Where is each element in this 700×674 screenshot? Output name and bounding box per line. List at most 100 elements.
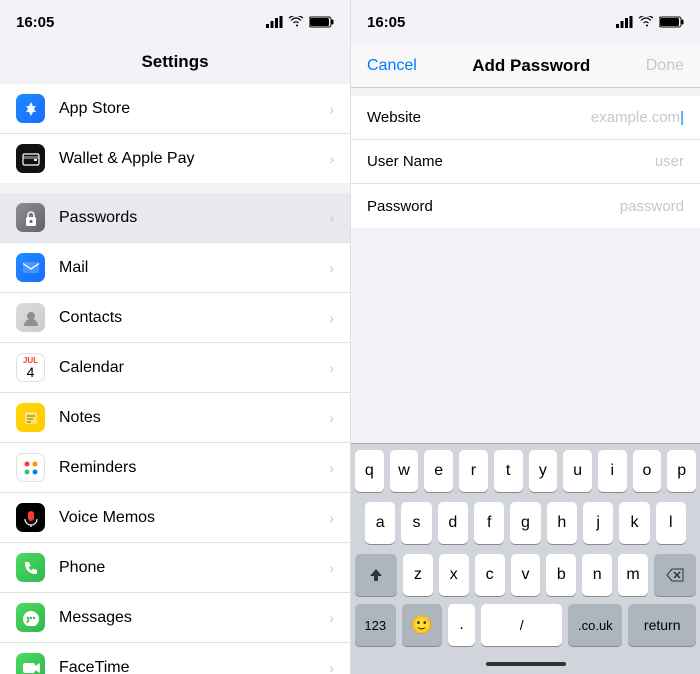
settings-row-messages[interactable]: Messages › [0, 593, 350, 643]
key-couk[interactable]: .co.uk [568, 604, 622, 646]
settings-row-passwords[interactable]: Passwords › [0, 193, 350, 243]
settings-row-contacts[interactable]: Contacts › [0, 293, 350, 343]
mail-label: Mail [59, 259, 325, 277]
calendar-icon: JUL 4 [16, 353, 45, 382]
settings-row-notes[interactable]: Notes › [0, 393, 350, 443]
passwords-icon [16, 203, 45, 232]
phone-chevron: › [329, 560, 334, 576]
website-label: Website [367, 109, 457, 126]
mail-chevron: › [329, 260, 334, 276]
key-m[interactable]: m [618, 554, 648, 596]
settings-group-2: Passwords › [0, 193, 350, 674]
home-bar [486, 662, 566, 666]
key-z[interactable]: z [403, 554, 433, 596]
key-u[interactable]: u [563, 450, 592, 492]
key-slash[interactable]: / [481, 604, 562, 646]
wifi-icon [288, 16, 304, 28]
key-i[interactable]: i [598, 450, 627, 492]
username-row[interactable]: User Name user [351, 140, 700, 184]
settings-row-reminders[interactable]: Reminders › [0, 443, 350, 493]
key-h[interactable]: h [547, 502, 577, 544]
contacts-label: Contacts [59, 309, 325, 327]
settings-row-voicememos[interactable]: Voice Memos › [0, 493, 350, 543]
voicememos-icon [16, 503, 45, 532]
key-delete[interactable] [654, 554, 696, 596]
password-label: Password [367, 198, 457, 215]
key-n[interactable]: n [582, 554, 612, 596]
settings-group-1: App Store › Wallet & Apple Pay › [0, 84, 350, 183]
settings-list[interactable]: App Store › Wallet & Apple Pay › [0, 84, 350, 674]
voicememos-label: Voice Memos [59, 509, 325, 527]
wallet-chevron: › [329, 151, 334, 167]
key-d[interactable]: d [438, 502, 468, 544]
passwords-chevron: › [329, 210, 334, 226]
calendar-label: Calendar [59, 359, 325, 377]
status-icons-left [266, 16, 334, 28]
key-q[interactable]: q [355, 450, 384, 492]
key-s[interactable]: s [401, 502, 431, 544]
settings-row-calendar[interactable]: JUL 4 Calendar › [0, 343, 350, 393]
settings-title-bar: Settings [0, 44, 350, 84]
settings-row-wallet[interactable]: Wallet & Apple Pay › [0, 134, 350, 183]
messages-icon [16, 603, 45, 632]
password-row[interactable]: Password password [351, 184, 700, 228]
key-k[interactable]: k [619, 502, 649, 544]
key-l[interactable]: l [656, 502, 686, 544]
key-v[interactable]: v [511, 554, 541, 596]
key-j[interactable]: j [583, 502, 613, 544]
key-r[interactable]: r [459, 450, 488, 492]
settings-title: Settings [141, 52, 208, 71]
password-value[interactable]: password [457, 198, 684, 215]
key-123[interactable]: 123 [355, 604, 396, 646]
status-bar-right: 16:05 [351, 0, 700, 44]
nav-title: Add Password [472, 56, 590, 76]
website-value[interactable]: example.com| [457, 109, 684, 126]
key-g[interactable]: g [510, 502, 540, 544]
battery-icon [309, 16, 334, 28]
nav-bar: Cancel Add Password Done [351, 44, 700, 88]
key-shift[interactable] [355, 554, 397, 596]
signal-icon-right [616, 16, 633, 28]
key-y[interactable]: y [529, 450, 558, 492]
settings-row-facetime[interactable]: FaceTime › [0, 643, 350, 674]
key-w[interactable]: w [390, 450, 419, 492]
cursor: | [680, 109, 684, 126]
done-button[interactable]: Done [646, 57, 684, 75]
phone-icon [16, 553, 45, 582]
keyboard[interactable]: q w e r t y u i o p a s d f g h j k l [351, 443, 700, 674]
time-right: 16:05 [367, 14, 405, 31]
key-e[interactable]: e [424, 450, 453, 492]
appstore-icon [16, 94, 45, 123]
key-t[interactable]: t [494, 450, 523, 492]
messages-label: Messages [59, 609, 325, 627]
add-password-panel: 16:05 Cancel Add Password D [350, 0, 700, 674]
settings-row-mail[interactable]: Mail › [0, 243, 350, 293]
key-a[interactable]: a [365, 502, 395, 544]
facetime-icon [16, 653, 45, 674]
settings-row-appstore[interactable]: App Store › [0, 84, 350, 134]
key-o[interactable]: o [633, 450, 662, 492]
messages-chevron: › [329, 610, 334, 626]
voicememos-chevron: › [329, 510, 334, 526]
wallet-icon [16, 144, 45, 173]
appstore-label: App Store [59, 100, 325, 118]
key-c[interactable]: c [475, 554, 505, 596]
appstore-chevron: › [329, 101, 334, 117]
cancel-button[interactable]: Cancel [367, 57, 417, 75]
key-x[interactable]: x [439, 554, 469, 596]
key-f[interactable]: f [474, 502, 504, 544]
website-row[interactable]: Website example.com| [351, 96, 700, 140]
key-b[interactable]: b [546, 554, 576, 596]
keyboard-row-2: a s d f g h j k l [351, 496, 700, 548]
username-value[interactable]: user [457, 153, 684, 170]
wifi-icon-right [638, 16, 654, 28]
battery-icon-right [659, 16, 684, 28]
key-period[interactable]: . [448, 604, 475, 646]
key-return[interactable]: return [628, 604, 696, 646]
key-p[interactable]: p [667, 450, 696, 492]
password-form: Website example.com| User Name user Pass… [351, 96, 700, 228]
username-label: User Name [367, 153, 457, 170]
facetime-chevron: › [329, 660, 334, 674]
settings-row-phone[interactable]: Phone › [0, 543, 350, 593]
key-emoji[interactable]: 🙂 [402, 604, 443, 646]
